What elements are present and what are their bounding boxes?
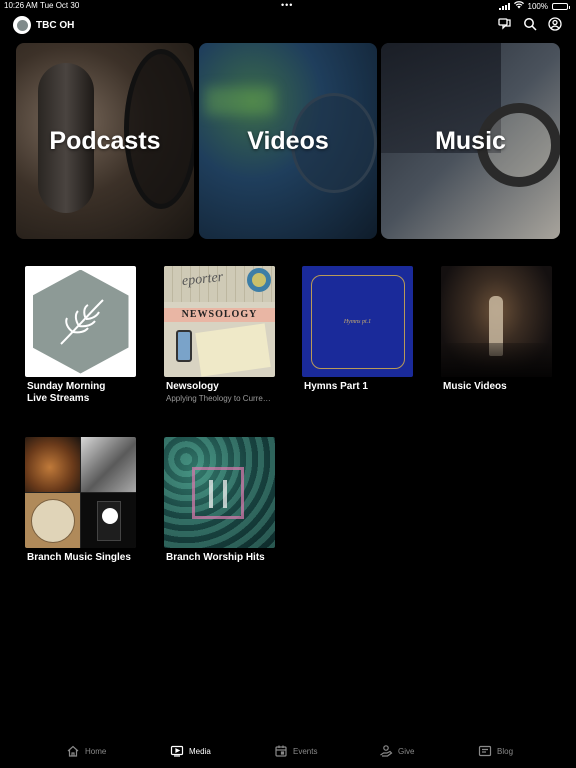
media-tile-title: Sunday Morning Live Streams	[27, 381, 106, 404]
media-tile-title: Music Videos	[443, 381, 507, 392]
home-icon	[67, 745, 79, 757]
tab-events[interactable]: Events	[274, 744, 317, 758]
status-time: 10:26 AM	[4, 1, 38, 10]
cellular-signal-icon	[498, 2, 510, 10]
tab-label: Events	[293, 746, 318, 756]
hymns-artwork: Hymns pt.1	[302, 266, 413, 377]
tab-media[interactable]: Media	[170, 744, 211, 758]
tab-label: Home	[85, 746, 107, 756]
hero-card-podcasts[interactable]: Podcasts	[16, 43, 194, 239]
phone-icon	[176, 330, 192, 362]
media-tile-title: Newsology	[166, 381, 219, 392]
top-nav: TBC OH	[0, 14, 576, 38]
branch-worship-artwork	[164, 437, 275, 548]
media-tile-branch-singles[interactable]: Branch Music Singles	[25, 437, 136, 564]
hymns-art-text: Hymns pt.1	[343, 318, 372, 325]
wifi-icon	[513, 1, 524, 11]
tab-bar: Home Media Events Give Blog	[0, 736, 576, 768]
media-tile-sunday-morning[interactable]: Sunday Morning Live Streams	[25, 266, 136, 405]
media-tile-newsology[interactable]: eporter NEWSOLOGY Newsology Applying The…	[164, 266, 275, 403]
calendar-icon	[275, 745, 287, 757]
org-logo[interactable]	[13, 16, 31, 34]
newsology-artwork: eporter NEWSOLOGY	[164, 266, 275, 377]
chat-icon[interactable]	[498, 17, 512, 31]
newsology-banner: NEWSOLOGY	[164, 308, 275, 322]
branch-logo-icon	[192, 467, 244, 519]
tab-give[interactable]: Give	[379, 744, 414, 758]
media-tile-title: Branch Music Singles	[27, 552, 131, 563]
tab-label: Give	[398, 746, 415, 756]
music-videos-artwork	[441, 266, 552, 377]
org-name: TBC OH	[36, 20, 75, 31]
search-icon[interactable]	[523, 17, 537, 31]
blog-icon	[478, 745, 492, 757]
media-tile-branch-worship[interactable]: Branch Worship Hits	[164, 437, 275, 564]
hero-card-videos[interactable]: Videos	[199, 43, 377, 239]
video-glow-image	[205, 87, 275, 115]
media-tile-hymns[interactable]: Hymns pt.1 Hymns Part 1	[302, 266, 413, 393]
media-tile-title: Hymns Part 1	[304, 381, 368, 392]
battery-percent: 100%	[527, 1, 548, 11]
leaf-hexagon-icon	[32, 269, 129, 374]
hero-label-music: Music	[435, 126, 506, 155]
media-icon	[170, 745, 184, 757]
multitask-dots[interactable]: •••	[281, 0, 293, 10]
profile-icon[interactable]	[548, 17, 562, 31]
tab-label: Blog	[497, 746, 514, 756]
hero-label-videos: Videos	[247, 126, 329, 155]
status-bar: 10:26 AM Tue Oct 30 ••• 100%	[0, 0, 576, 12]
give-icon	[380, 745, 393, 757]
tab-blog[interactable]: Blog	[478, 744, 513, 758]
hero-card-music[interactable]: Music	[381, 43, 560, 239]
status-date: Tue Oct 30	[40, 1, 80, 10]
newspaper-image	[195, 323, 271, 377]
tab-label: Media	[189, 746, 211, 756]
sunday-morning-artwork	[25, 266, 136, 377]
tab-home[interactable]: Home	[66, 744, 106, 758]
hero-label-podcasts: Podcasts	[49, 126, 161, 155]
media-tile-title: Branch Worship Hits	[166, 552, 265, 563]
branch-singles-artwork	[25, 437, 136, 548]
battery-icon	[552, 2, 570, 10]
media-tile-subtitle: Applying Theology to Curre…	[166, 394, 271, 403]
media-tile-music-videos[interactable]: Music Videos	[441, 266, 552, 393]
